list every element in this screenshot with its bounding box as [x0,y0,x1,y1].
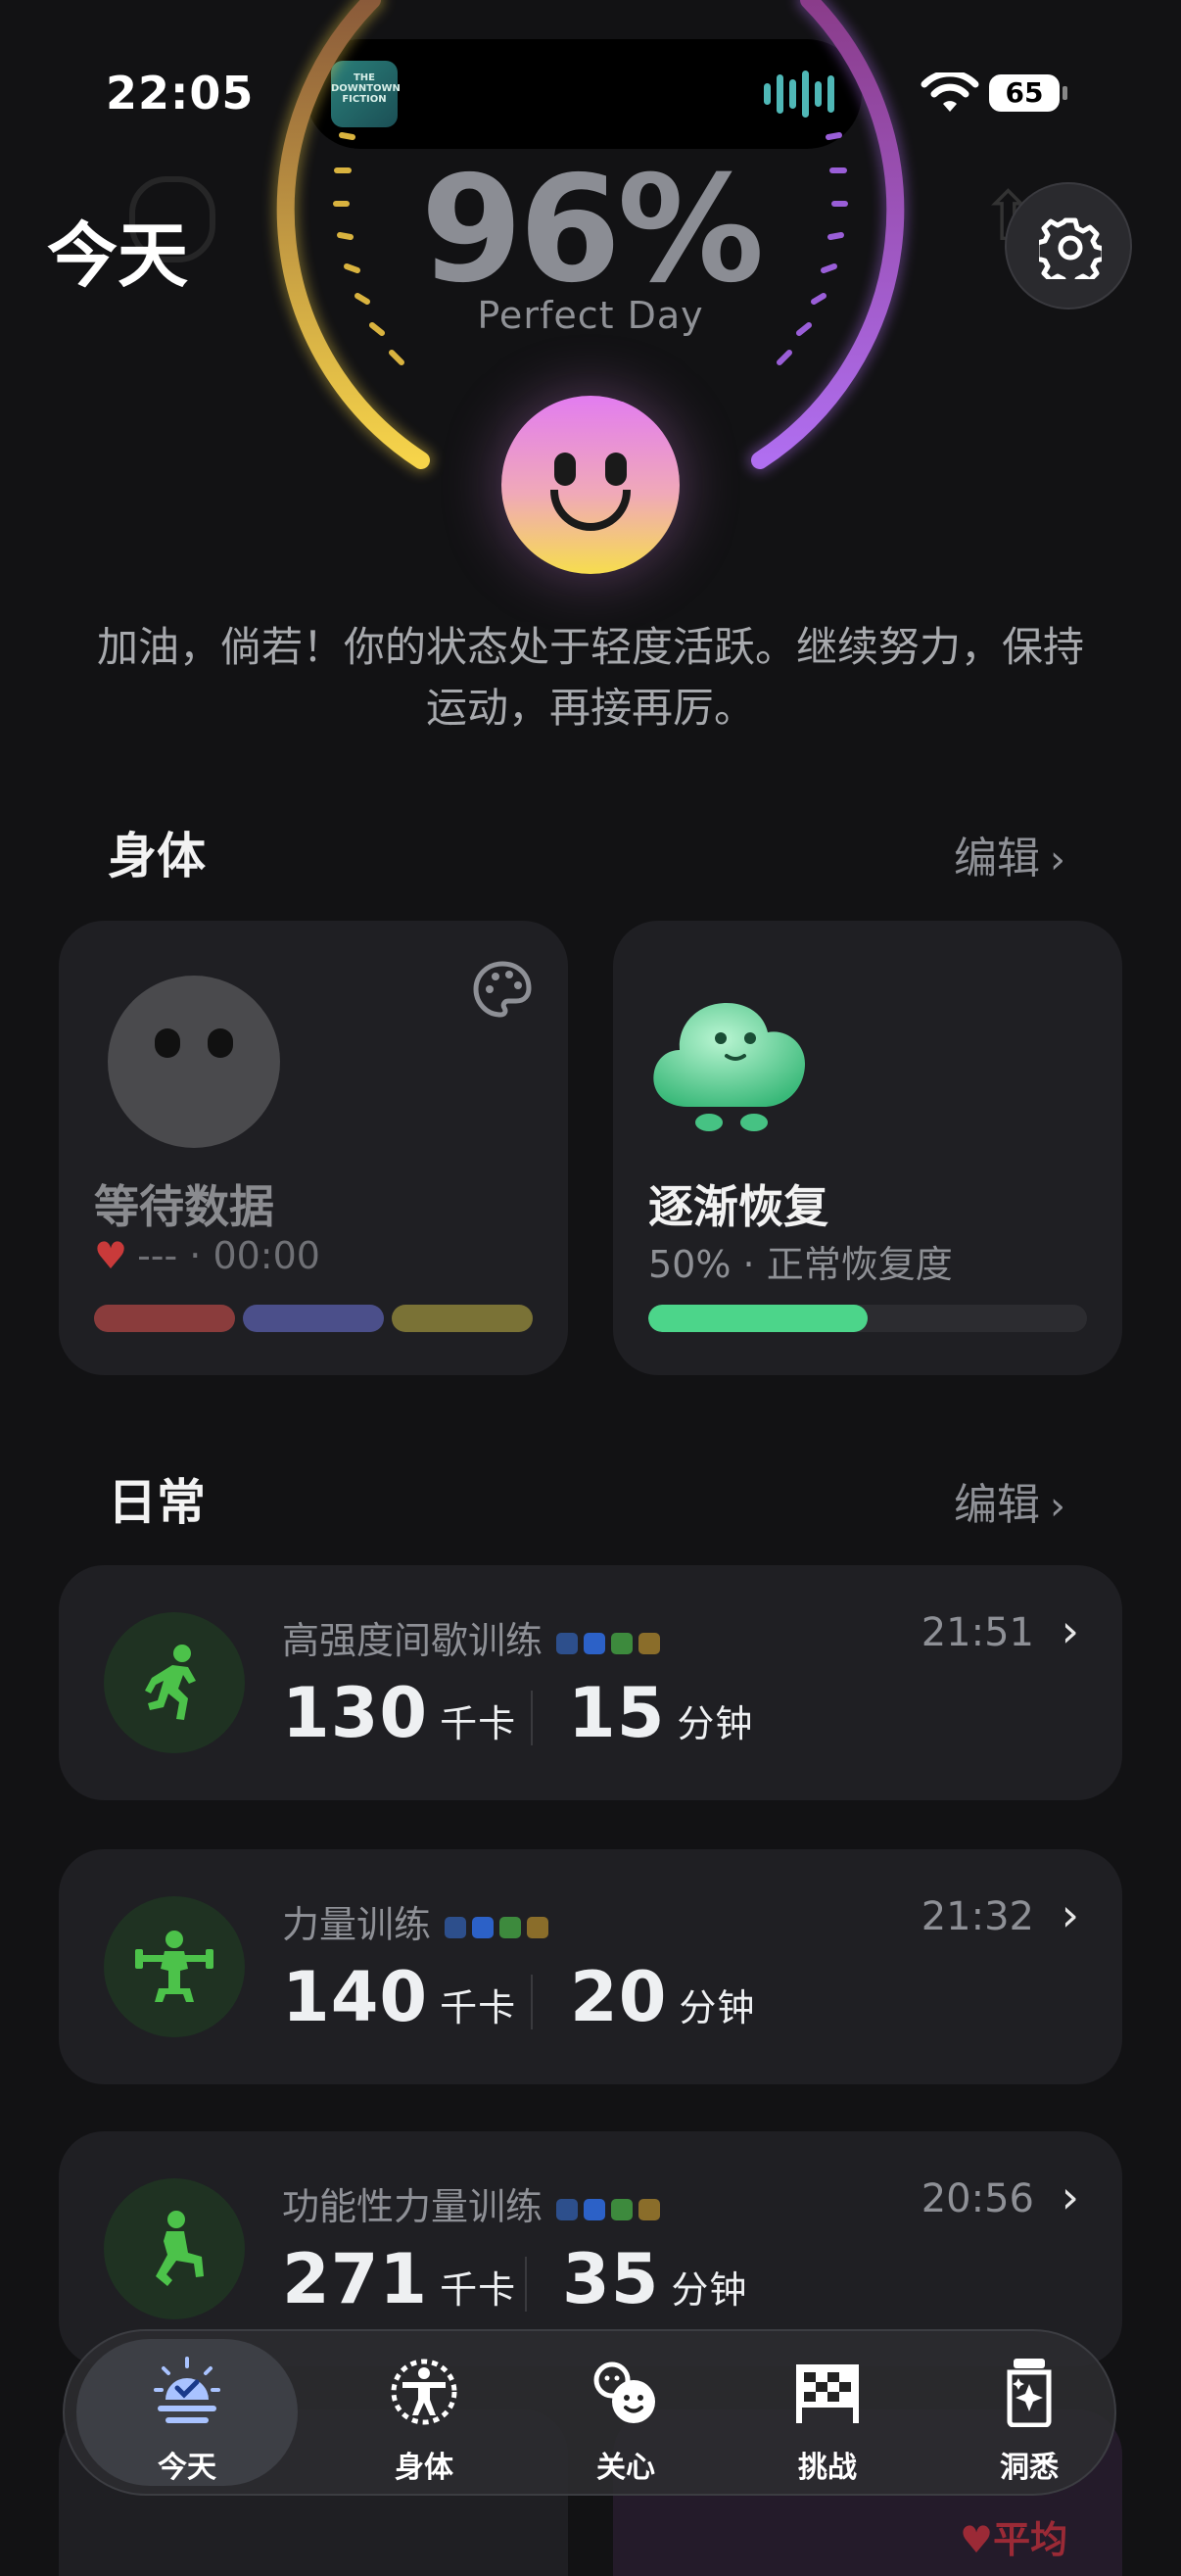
divider [525,2257,527,2312]
tab-today[interactable]: 今天 [76,2339,298,2486]
activity-row-hiit[interactable]: 高强度间歇训练 21:51 › 130 千卡 15 分钟 [59,1565,1122,1800]
recovery-progress-fill [648,1305,868,1332]
tab-label: 洞悉 [1000,2451,1059,2485]
body-edit-link[interactable]: 编辑 › [954,823,1065,885]
activity-minutes: 15 [568,1673,666,1753]
waiting-face-icon [108,976,280,1148]
heart-card-title: 等待数据 [94,1180,274,1233]
recovery-card[interactable]: 逐渐恢复 50% · 正常恢复度 [613,921,1122,1375]
activity-name: 功能性力量训练 [282,2185,543,2228]
activity-time: 21:51 [921,1610,1034,1655]
tab-label: 身体 [395,2451,453,2485]
running-icon [145,1645,196,1720]
activity-row-strength[interactable]: 力量训练 21:32 › 140 千卡 20 分钟 [59,1849,1122,2084]
care-faces-icon [593,2361,655,2423]
heart-card-subtitle: ♥ --- · 00:00 [94,1234,320,1277]
chevron-right-icon: › [1061,2171,1079,2223]
divider [531,1975,533,2029]
kcal-unit: 千卡 [440,2268,517,2312]
kcal-unit: 千卡 [440,1702,517,1745]
intensity-dots [556,1632,661,1654]
heart-icon: ♥ [960,2518,994,2561]
peek-average-label: ♥平均 [960,2518,1068,2561]
tab-challenge[interactable]: 挑战 [727,2331,928,2494]
intensity-dots [556,2198,661,2220]
intensity-dots [445,1916,549,1938]
heart-data-card[interactable]: 等待数据 ♥ --- · 00:00 [59,921,568,1375]
tab-bar: 今天 身体 关心 挑战 洞悉 [63,2329,1116,2496]
body-figure-icon [391,2359,457,2425]
lunge-icon [156,2211,204,2286]
daily-edit-link[interactable]: 编辑 › [954,1469,1065,1532]
tab-label: 挑战 [798,2451,857,2485]
recovery-card-subtitle: 50% · 正常恢复度 [648,1243,953,1286]
recovery-progress-bar [648,1305,1087,1332]
chevron-right-icon: › [1050,1484,1065,1529]
recovery-card-title: 逐渐恢复 [648,1180,828,1233]
settings-button[interactable] [1005,182,1132,310]
activity-time: 20:56 [921,2176,1034,2221]
weightlifting-icon [135,1931,213,2002]
activity-kcal: 140 [282,1957,429,2037]
sunrise-check-icon [154,2357,220,2423]
activity-minutes: 35 [562,2239,660,2319]
status-message: 加油，倘若！你的状态处于轻度活跃。继续努力，保持运动，再接再厉。 [96,623,1084,732]
tab-body[interactable]: 身体 [323,2331,525,2494]
tab-label: 今天 [158,2451,216,2485]
chevron-right-icon: › [1061,1604,1079,1657]
recovery-cloud-icon [653,1003,805,1131]
battery-indicator: 65 [989,74,1067,112]
daily-section-title: 日常 [108,1474,206,1531]
palette-icon[interactable] [472,960,533,1019]
score-label: Perfect Day [477,294,704,337]
minutes-unit: 分钟 [679,1986,756,2029]
chevron-right-icon: › [1061,1888,1079,1941]
status-time: 22:05 [106,67,255,119]
score-percent: 96% [420,145,764,315]
activity-time: 21:32 [921,1894,1034,1939]
mood-smiley-icon[interactable] [501,396,680,574]
activity-kcal: 130 [282,1673,429,1753]
activity-name: 力量训练 [282,1903,432,1946]
gear-icon [1039,217,1102,279]
tab-insights[interactable]: 洞悉 [928,2331,1130,2494]
checkered-flag-icon [796,2364,859,2423]
chevron-right-icon: › [1050,837,1065,883]
tab-care[interactable]: 关心 [525,2331,727,2494]
body-section-title: 身体 [108,828,206,884]
activity-kcal: 271 [282,2239,429,2319]
sparkle-jar-icon [1007,2359,1052,2427]
heart-zone-bar [94,1305,533,1332]
minutes-unit: 分钟 [671,2268,748,2312]
activity-name: 高强度间歇训练 [282,1619,543,1662]
tab-label: 关心 [596,2451,655,2485]
kcal-unit: 千卡 [440,1986,517,2029]
activity-minutes: 20 [570,1957,668,2037]
heart-icon: ♥ [94,1234,128,1277]
minutes-unit: 分钟 [677,1702,754,1745]
divider [531,1691,533,1745]
